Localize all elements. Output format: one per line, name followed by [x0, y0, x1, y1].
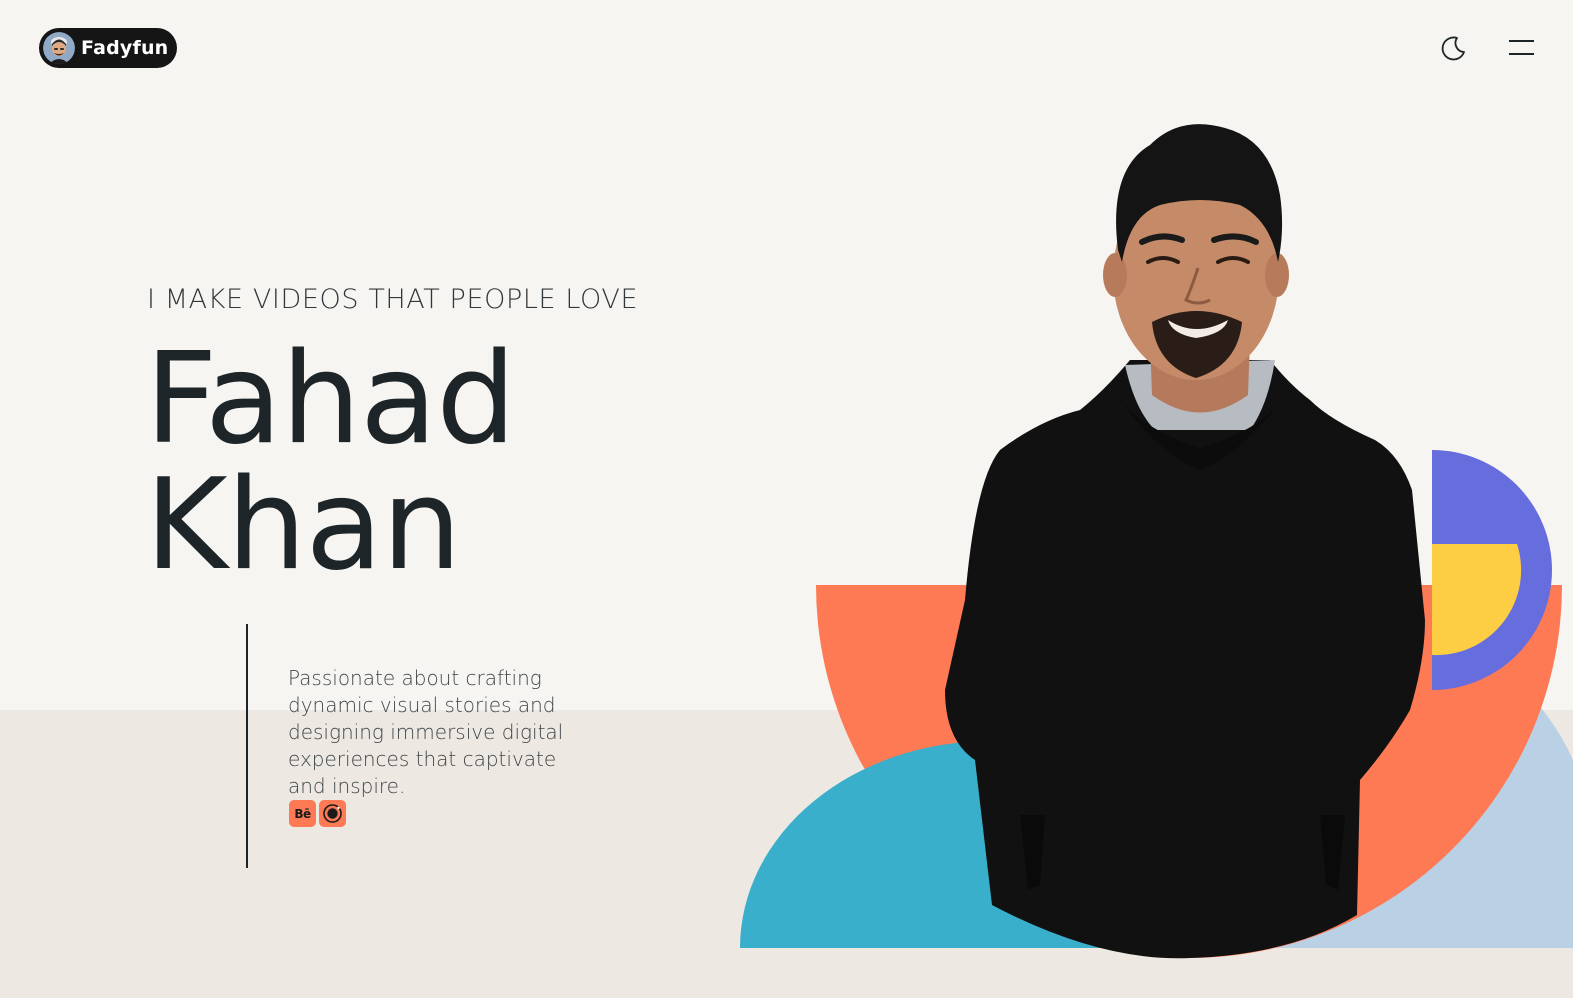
moon-icon [1441, 36, 1465, 61]
brand-logo[interactable]: Fadyfun [39, 28, 178, 68]
hero-description: Passionate about crafting dynamic visual… [288, 666, 564, 798]
menu-button[interactable] [1506, 36, 1536, 60]
theme-toggle-button[interactable] [1438, 33, 1468, 63]
hamburger-icon [1509, 40, 1534, 55]
hero-tagline: I MAKE VIDEOS THAT PEOPLE LOVE [147, 284, 639, 315]
purple-shape [1432, 450, 1552, 690]
brand-name: Fadyfun [81, 37, 169, 59]
behance-icon: Bē [294, 806, 311, 821]
avatar-icon [43, 32, 75, 64]
dribbble-icon [323, 804, 342, 823]
behance-link[interactable]: Bē [289, 800, 316, 827]
bottom-band [0, 710, 1573, 998]
vertical-divider [246, 624, 248, 868]
dribbble-link[interactable] [319, 800, 346, 827]
hero-name-last: Khan [145, 451, 462, 598]
social-links: Bē [289, 800, 346, 827]
yellow-shape [1432, 544, 1522, 656]
hero-name-first: Fahad [145, 325, 516, 472]
